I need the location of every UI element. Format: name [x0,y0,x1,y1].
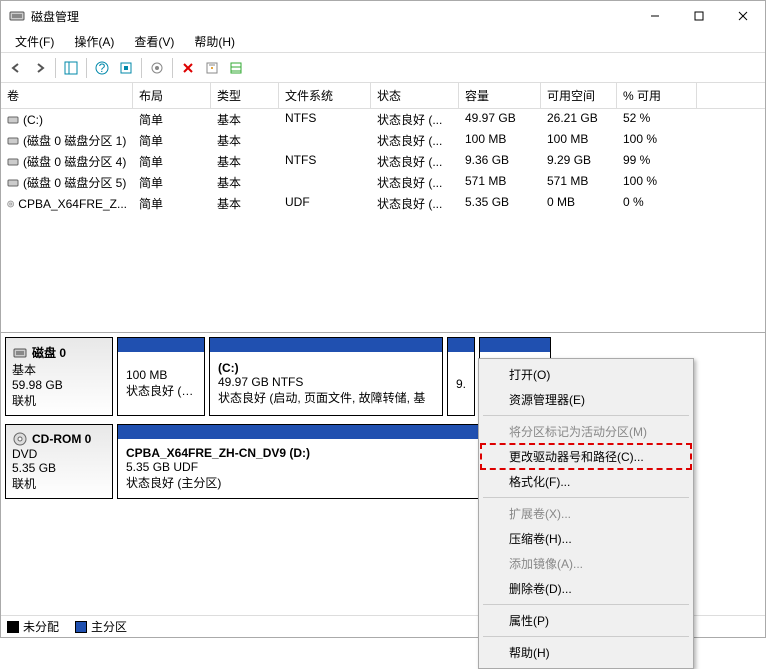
col-filesystem[interactable]: 文件系统 [279,83,371,108]
ctx-change-letter[interactable]: 更改驱动器号和路径(C)... [481,444,691,469]
svg-text:?: ? [99,61,106,75]
disk-label: 磁盘 0 [32,344,66,361]
volume-name: (磁盘 0 磁盘分区 4) [23,153,126,170]
partition-block[interactable]: 9. [447,337,475,416]
col-pctfree[interactable]: % 可用 [617,83,697,108]
disk-label: CD-ROM 0 [32,432,91,446]
col-status[interactable]: 状态 [371,83,459,108]
volume-list[interactable]: 卷 布局 类型 文件系统 状态 容量 可用空间 % 可用 (C:)简单基本NTF… [1,83,765,333]
col-capacity[interactable]: 容量 [459,83,541,108]
ctx-format[interactable]: 格式化(F)... [481,469,691,494]
disk-status: 联机 [12,475,106,492]
ctx-shrink[interactable]: 压缩卷(H)... [481,526,691,551]
volume-name: (磁盘 0 磁盘分区 1) [23,132,126,149]
context-menu: 打开(O) 资源管理器(E) 将分区标记为活动分区(M) 更改驱动器号和路径(C… [478,358,694,669]
volume-name: CPBA_X64FRE_Z... [18,197,127,211]
disk-info[interactable]: 磁盘 0基本59.98 GB联机 [5,337,113,416]
partition-block[interactable]: (C:)49.97 GB NTFS状态良好 (启动, 页面文件, 故障转储, 基 [209,337,443,416]
volume-row[interactable]: (磁盘 0 磁盘分区 4)简单基本NTFS状态良好 (...9.36 GB9.2… [1,151,765,172]
menu-view[interactable]: 查看(V) [124,31,184,52]
partition-size: 100 MB [126,368,196,382]
col-free[interactable]: 可用空间 [541,83,617,108]
list-view-button[interactable] [225,57,247,79]
ctx-help[interactable]: 帮助(H) [481,640,691,665]
volume-name: (磁盘 0 磁盘分区 5) [23,174,126,191]
partition-size: 9. [456,377,466,391]
legend-primary: 主分区 [75,618,127,635]
volume-row[interactable]: CPBA_X64FRE_Z...简单基本UDF状态良好 (...5.35 GB0… [1,193,765,214]
app-icon [9,8,25,24]
col-volume[interactable]: 卷 [1,83,133,108]
menubar: 文件(F) 操作(A) 查看(V) 帮助(H) [1,31,765,53]
delete-button[interactable] [177,57,199,79]
maximize-button[interactable] [677,1,721,31]
volume-row[interactable]: (磁盘 0 磁盘分区 5)简单基本状态良好 (...571 MB571 MB10… [1,172,765,193]
volume-row[interactable]: (磁盘 0 磁盘分区 1)简单基本状态良好 (...100 MB100 MB10… [1,130,765,151]
disk-info[interactable]: CD-ROM 0DVD5.35 GB联机 [5,424,113,499]
forward-button[interactable] [29,57,51,79]
window-title: 磁盘管理 [31,8,633,25]
partition-block[interactable]: 100 MB状态良好 (EFI [117,337,205,416]
disk-size: 5.35 GB [12,461,106,475]
legend-unallocated: 未分配 [7,618,59,635]
partition-status: 状态良好 (启动, 页面文件, 故障转储, 基 [218,389,434,406]
minimize-button[interactable] [633,1,677,31]
back-button[interactable] [5,57,27,79]
partition-name: (C:) [218,361,434,375]
volume-list-header: 卷 布局 类型 文件系统 状态 容量 可用空间 % 可用 [1,83,765,109]
partition-size: 49.97 GB NTFS [218,375,434,389]
disk-status: 联机 [12,392,106,409]
ctx-extend: 扩展卷(X)... [481,501,691,526]
menu-action[interactable]: 操作(A) [64,31,124,52]
volume-row[interactable]: (C:)简单基本NTFS状态良好 (...49.97 GB26.21 GB52 … [1,109,765,130]
ctx-open[interactable]: 打开(O) [481,362,691,387]
settings-button[interactable] [146,57,168,79]
help-button[interactable]: ? [91,57,113,79]
menu-help[interactable]: 帮助(H) [184,31,245,52]
col-type[interactable]: 类型 [211,83,279,108]
toolbar: ? [1,53,765,83]
properties-button[interactable] [201,57,223,79]
disk-size: 59.98 GB [12,378,106,392]
console-tree-button[interactable] [60,57,82,79]
ctx-explorer[interactable]: 资源管理器(E) [481,387,691,412]
menu-file[interactable]: 文件(F) [5,31,64,52]
close-button[interactable] [721,1,765,31]
ctx-mark-active: 将分区标记为活动分区(M) [481,419,691,444]
ctx-mirror: 添加镜像(A)... [481,551,691,576]
partition-status: 状态良好 (EFI [126,382,196,399]
ctx-properties[interactable]: 属性(P) [481,608,691,633]
col-layout[interactable]: 布局 [133,83,211,108]
disk-type: DVD [12,447,106,461]
volume-name: (C:) [23,113,43,127]
disk-type: 基本 [12,361,106,378]
ctx-delete[interactable]: 删除卷(D)... [481,576,691,601]
refresh-button[interactable] [115,57,137,79]
